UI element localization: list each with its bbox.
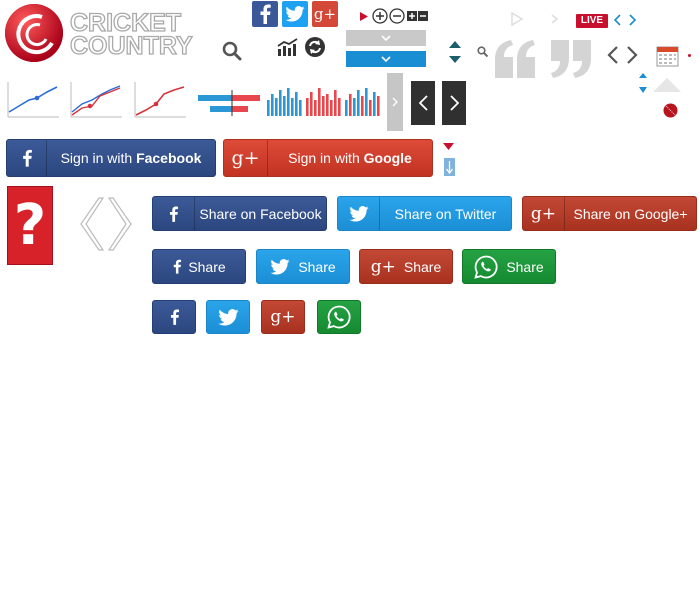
chevron-left-icon [418,95,428,111]
cricket-ball-logo-icon [5,4,63,62]
chevron-right-icon[interactable] [626,45,638,65]
live-badge: LIVE [576,14,608,28]
share-facebook-icon-button[interactable] [152,300,196,334]
dropdown-gray[interactable] [346,30,426,46]
google-plus-icon[interactable]: g+ [312,1,338,27]
facebook-icon [170,309,179,325]
search-icon[interactable] [222,41,242,61]
dot-indicator [688,54,691,57]
sort-arrows-icon[interactable] [449,41,461,63]
horizontal-bars-icon [198,90,260,116]
chevron-down-icon [381,35,391,41]
whatsapp-icon [474,255,498,279]
refresh-icon[interactable] [305,37,325,57]
share-google-button[interactable]: g+ Share [359,249,453,284]
twitter-icon [338,197,380,230]
brand-line-2: COUNTRY [69,32,193,60]
prev-next-blue-icon[interactable] [614,14,636,26]
twitter-icon [270,258,290,275]
share-facebook-button[interactable]: Share [152,249,246,284]
mini-line-chart-1 [7,82,59,118]
zoom-out-icon[interactable] [389,8,405,24]
whatsapp-icon [327,305,351,329]
share-twitter-large-label: Share on Twitter [394,205,497,222]
arrow-down-box-icon[interactable] [444,158,455,176]
twitter-icon [217,308,239,325]
carousel-prev-dark[interactable] [411,81,435,125]
chevron-right-icon [392,97,398,107]
chevron-left-icon[interactable] [607,45,619,65]
sign-in-facebook-label: Sign in with Facebook [47,150,215,166]
carousel-next-dark[interactable] [442,81,466,125]
facebook-icon [174,259,182,274]
facebook-icon[interactable] [252,1,278,27]
share-whatsapp-label: Share [506,258,544,275]
sign-in-google-label: Sign in with Google [268,150,432,166]
share-twitter-icon-button[interactable] [206,300,250,334]
share-google-label: Share [403,258,442,275]
google-plus-icon: g+ [523,197,565,230]
provider-name: Facebook [136,150,202,166]
chevron-right-icon[interactable] [551,14,559,24]
sign-in-prefix: Sign in with [288,150,364,166]
sort-arrows-icon[interactable] [639,73,647,95]
carousel-next-gray[interactable] [387,73,403,131]
share-twitter-large-button[interactable]: Share on Twitter [337,196,512,231]
twitter-icon[interactable] [282,1,308,27]
bar-chart-red-icon [306,88,341,116]
calendar-icon[interactable] [656,44,679,67]
search-icon[interactable] [477,46,488,57]
google-plus-icon: g+ [370,256,396,277]
bar-chart-mixed-icon [345,88,380,116]
share-whatsapp-icon-button[interactable] [317,300,361,334]
facebook-icon [7,140,47,176]
play-icon[interactable] [360,12,368,21]
cricket-ball-icon [663,103,678,118]
quote-open-icon [495,40,535,78]
zoom-in-icon[interactable] [372,8,388,24]
quote-close-icon [551,40,591,78]
mini-line-chart-3 [134,82,186,118]
triangle-up-icon [653,78,681,92]
chevron-right-icon [449,95,459,111]
google-plus-icon: g+ [270,307,296,327]
share-google-large-label: Share on Google+ [573,205,688,222]
share-facebook-label: Share [188,258,226,275]
share-whatsapp-button[interactable]: Share [462,249,556,284]
chevron-down-icon [381,56,391,62]
prev-next-outline-icon[interactable] [79,196,133,252]
share-facebook-large-button[interactable]: Share on Facebook [152,196,327,231]
share-twitter-label: Share [298,258,336,275]
google-plus-icon: g+ [224,140,268,176]
brand-wordmark: CRICKET COUNTRY [69,10,193,60]
sign-in-google-button[interactable]: g+ Sign in with Google [223,139,433,177]
caret-down-icon[interactable] [443,143,454,150]
minus-icon[interactable] [418,11,428,21]
dropdown-blue[interactable] [346,51,426,67]
share-google-large-button[interactable]: g+ Share on Google+ [522,196,697,231]
chart-icon[interactable] [277,38,299,56]
bar-chart-blue-icon [267,88,302,116]
play-outline-icon[interactable] [510,12,524,26]
share-twitter-button[interactable]: Share [256,249,350,284]
sign-in-facebook-button[interactable]: Sign in with Facebook [6,139,216,177]
provider-name: Google [363,150,412,166]
facebook-icon [153,197,195,230]
plus-icon[interactable] [407,11,417,21]
share-facebook-large-label: Share on Facebook [199,205,322,222]
share-google-icon-button[interactable]: g+ [261,300,305,334]
sign-in-prefix: Sign in with [60,150,137,166]
question-icon: ? [7,186,53,265]
mini-line-chart-2 [70,82,122,118]
